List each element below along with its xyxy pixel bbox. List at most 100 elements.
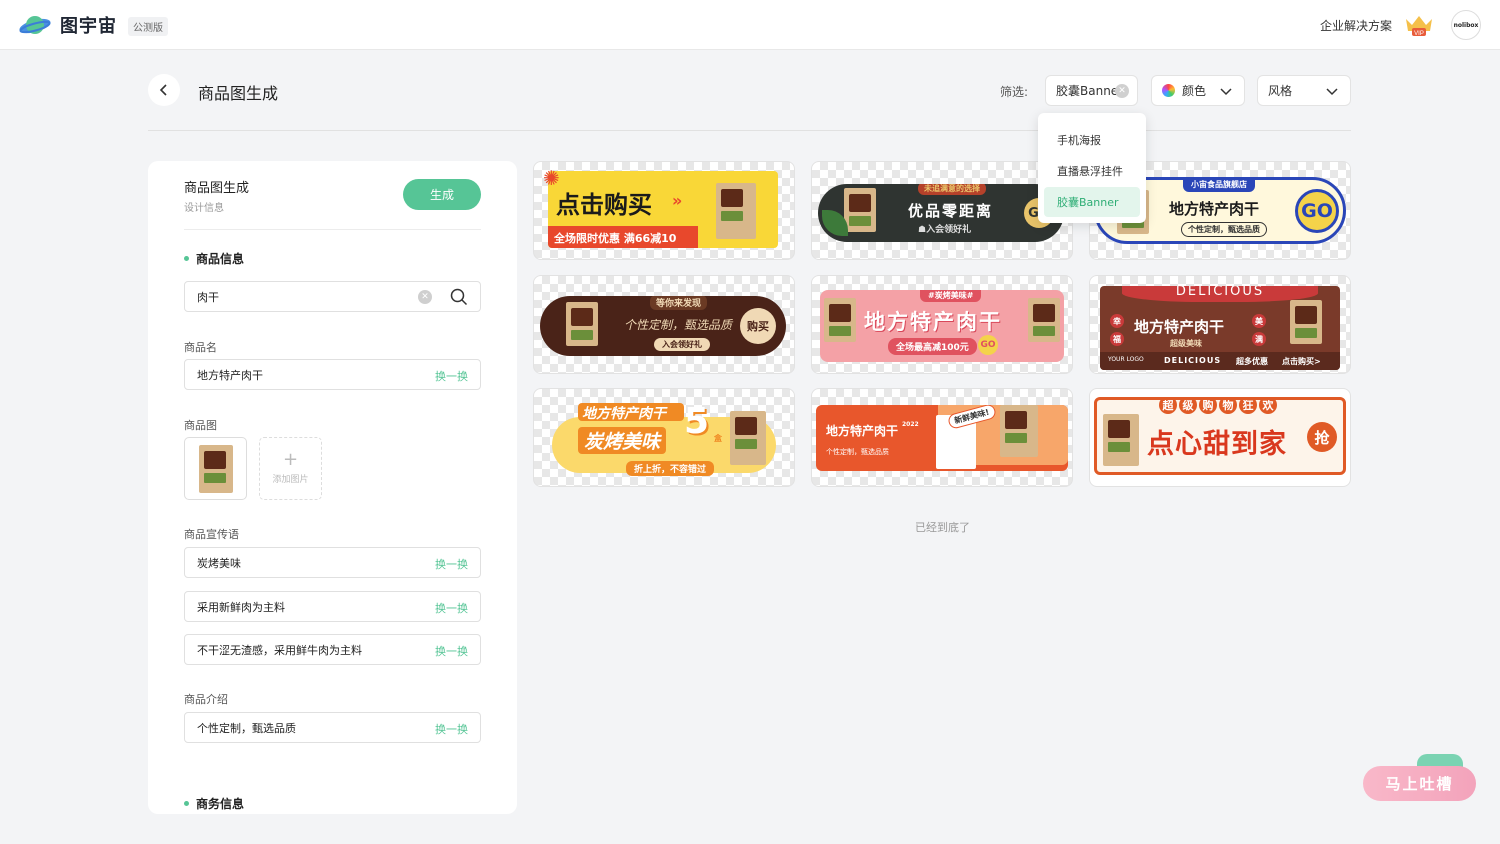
product-package-image xyxy=(1290,300,1322,344)
product-image-label: 商品图 xyxy=(184,419,217,432)
generate-button[interactable]: 生成 xyxy=(403,179,481,210)
header-divider xyxy=(148,130,1351,131)
vip-crown-icon[interactable]: VIP xyxy=(1403,13,1435,37)
style-filter-select[interactable]: 风格 xyxy=(1257,75,1351,106)
banner-brown-capsule: 等你来发现 个性定制，甄选品质 入会领好礼 购买 xyxy=(540,296,786,356)
back-button[interactable] xyxy=(148,74,180,106)
banner-card-2[interactable]: 未追满意的选择 优品零距离 ☗入会领好礼 GO xyxy=(811,161,1073,260)
design-info-panel: 商品图生成 设计信息 生成 商品信息 肉干 ✕ 商品名 地方特产肉干 换一换 商… xyxy=(148,161,517,814)
banner-top-tag: 等你来发现 xyxy=(650,296,708,310)
banner-sub-text: 超级美味 xyxy=(1170,339,1202,348)
badge-fortune: 福 xyxy=(1110,332,1124,346)
color-filter-select[interactable]: 颜色 xyxy=(1151,75,1245,106)
slogan-field-2[interactable]: 采用新鲜肉为主料 换一换 xyxy=(184,591,481,622)
footer-text-2: 超多优惠 xyxy=(1236,357,1268,366)
color-wheel-icon xyxy=(1162,84,1175,97)
your-logo-text: YOUR LOGO xyxy=(1108,356,1144,363)
svg-text:VIP: VIP xyxy=(1414,31,1424,37)
carnival-title-row: 超 级 购 物 狂 欢 xyxy=(1159,400,1277,414)
product-name-value: 地方特产肉干 xyxy=(197,368,263,382)
banner-card-9[interactable]: 超 级 购 物 狂 欢 点心甜到家 抢 xyxy=(1089,388,1351,487)
go-badge: GO xyxy=(978,335,998,355)
discount-unit: 盒 xyxy=(714,434,722,443)
discount-number: 5 xyxy=(684,401,710,442)
product-name-field[interactable]: 地方特产肉干 换一换 xyxy=(184,359,481,390)
banner-yellow-buy: 点击购买 » 全场限时优惠 满66减10 xyxy=(548,171,778,248)
banner-sub-text: ☗入会领好礼 xyxy=(918,225,972,235)
dropdown-item-live-widget[interactable]: 直播悬浮挂件 xyxy=(1044,156,1140,186)
top-nav-bar: 图宇宙 公测版 企业解决方案 VIP nolibox xyxy=(0,0,1500,50)
beta-badge: 公测版 xyxy=(128,17,168,36)
slogan-field-1[interactable]: 炭烤美味 换一换 xyxy=(184,547,481,578)
user-avatar[interactable]: nolibox xyxy=(1451,10,1481,40)
product-package-image xyxy=(1028,298,1060,342)
banner-shopping-carnival: 超 级 购 物 狂 欢 点心甜到家 抢 xyxy=(1094,397,1346,475)
intro-field[interactable]: 个性定制，甄选品质 换一换 xyxy=(184,712,481,743)
panel-title: 商品图生成 xyxy=(184,181,250,196)
product-search-input[interactable]: 肉干 ✕ xyxy=(184,281,481,312)
slogan-value: 不干涩无渣感，采用鲜牛肉为主料 xyxy=(197,643,362,657)
product-package-image xyxy=(730,411,766,465)
product-package-image xyxy=(824,298,856,342)
dropdown-item-capsule-banner[interactable]: 胶囊Banner xyxy=(1044,187,1140,217)
product-package-image xyxy=(716,183,756,239)
banner-card-7[interactable]: 地方特产肉干 炭烤美味 5 盒 折上折，不容错过 xyxy=(533,388,795,487)
panel-subtitle: 设计信息 xyxy=(184,203,224,214)
clear-filter-icon[interactable]: ✕ xyxy=(1115,84,1129,98)
banner-main-text: 地方特产肉干 xyxy=(1169,200,1260,218)
type-filter-select[interactable]: 胶囊Banner ✕ xyxy=(1045,75,1138,106)
delicious-ribbon: DELICIOUS xyxy=(1122,286,1318,302)
business-info-heading: 商务信息 xyxy=(184,795,244,812)
carnival-char: 购 xyxy=(1199,400,1217,414)
section-dot xyxy=(184,256,189,261)
feedback-button[interactable]: 马上吐槽 xyxy=(1363,766,1476,801)
carnival-char: 级 xyxy=(1179,400,1197,414)
dropdown-item-mobile-poster[interactable]: 手机海报 xyxy=(1044,125,1140,155)
page-title: 商品图生成 xyxy=(198,84,279,103)
banner-top-tag: #炭烤美味# xyxy=(920,290,982,302)
slogan-value: 采用新鲜肉为主料 xyxy=(197,600,285,614)
search-icon[interactable] xyxy=(450,288,468,306)
carnival-char: 超 xyxy=(1159,400,1177,414)
clear-search-icon[interactable]: ✕ xyxy=(418,290,432,304)
banner-card-8[interactable]: 地方特产肉干 2022 个性定制，甄选品质 新鲜美味! xyxy=(811,388,1073,487)
banner-top-tag: 小宙食品旗舰店 xyxy=(1183,180,1255,192)
slogan-field-3[interactable]: 不干涩无渣感，采用鲜牛肉为主料 换一换 xyxy=(184,634,481,665)
swap-button[interactable]: 换一换 xyxy=(435,721,468,737)
swap-button[interactable]: 换一换 xyxy=(435,556,468,572)
banner-card-4[interactable]: 等你来发现 个性定制，甄选品质 入会领好礼 购买 xyxy=(533,275,795,374)
starburst-icon: ✺ xyxy=(543,166,560,190)
banner-main-text: 地方特产肉干 xyxy=(864,310,1002,334)
product-info-heading-text: 商品信息 xyxy=(196,252,245,266)
swap-button[interactable]: 换一换 xyxy=(435,368,468,384)
carnival-char: 欢 xyxy=(1259,400,1277,414)
banner-main-text: 点击购买 xyxy=(556,191,652,219)
enterprise-solutions-link[interactable]: 企业解决方案 xyxy=(1320,17,1392,34)
go-badge: GO xyxy=(1295,189,1339,233)
add-image-button[interactable]: + 添加图片 xyxy=(259,437,322,500)
product-package-image xyxy=(844,188,876,232)
banner-card-1[interactable]: 点击购买 » 全场限时优惠 满66减10 ✺ xyxy=(533,161,795,260)
carnival-char: 物 xyxy=(1219,400,1237,414)
brand-name[interactable]: 图宇宙 xyxy=(60,12,117,38)
banner-pink: #炭烤美味# 地方特产肉干 全场最高减100元 GO xyxy=(820,290,1064,362)
business-info-heading-text: 商务信息 xyxy=(196,797,245,811)
footer-text-3: 点击购买> xyxy=(1282,357,1321,366)
banner-card-5[interactable]: #炭烤美味# 地方特产肉干 全场最高减100元 GO xyxy=(811,275,1073,374)
badge-beauty: 美 xyxy=(1252,314,1266,328)
intro-label: 商品介绍 xyxy=(184,693,228,706)
product-name-label: 商品名 xyxy=(184,341,217,354)
swap-button[interactable]: 换一换 xyxy=(435,643,468,659)
banner-sub-text: 个性定制，甄选品质 xyxy=(826,448,889,456)
banner-main-text: 个性定制，甄选品质 xyxy=(624,318,733,332)
banner-card-6[interactable]: DELICIOUS 地方特产肉干 超级美味 幸 福 美 满 YOUR LOGO … xyxy=(1089,275,1351,374)
intro-value: 个性定制，甄选品质 xyxy=(197,721,296,735)
type-filter-value: 胶囊Banner xyxy=(1056,84,1124,98)
swap-button[interactable]: 换一换 xyxy=(435,600,468,616)
banner-sub-text: 入会领好礼 xyxy=(654,338,710,351)
product-package-image xyxy=(566,302,598,346)
carnival-char: 狂 xyxy=(1239,400,1257,414)
product-image-thumbnail[interactable] xyxy=(184,437,247,500)
search-value: 肉干 xyxy=(197,290,219,304)
planet-logo-icon[interactable] xyxy=(18,12,52,38)
